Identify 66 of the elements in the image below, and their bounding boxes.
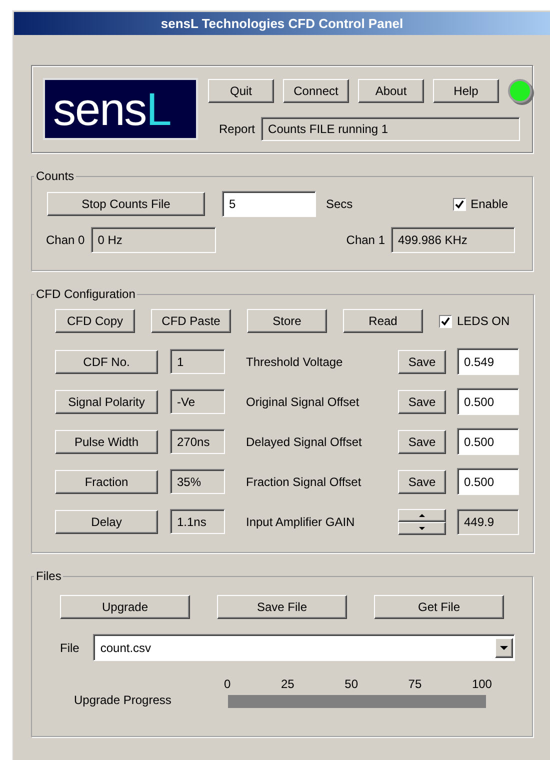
button[interactable]: Signal Polarity [55,390,158,414]
group-title: Files [35,568,62,585]
setting-field[interactable]: 0.500 [457,388,519,415]
button[interactable]: Pulse Width [55,430,158,454]
group-title: CFD Configuration [35,286,136,303]
setting-field[interactable]: 0.500 [457,428,519,455]
button[interactable]: Save [398,470,446,494]
progress-tick: 50 [344,676,358,693]
value-readout: 270ns [170,429,225,454]
value-readout: 35% [170,469,225,494]
increment-button[interactable] [398,508,446,522]
seconds-unit: Secs [326,196,353,213]
button[interactable]: Delay [55,510,158,534]
channel-label: Chan 0 [46,232,85,249]
button[interactable]: Save File [217,595,347,619]
report-label: Report [219,121,256,138]
seconds-field[interactable]: 5 [222,191,316,217]
parameter-label: Input Amplifier GAIN [246,514,356,530]
button[interactable]: Store [247,309,327,333]
button[interactable]: Save [398,390,446,414]
progress-tick: 75 [408,676,422,693]
button[interactable]: Stop Counts File [47,192,205,216]
button[interactable]: Quit [208,79,274,103]
button[interactable]: Connect [283,79,349,103]
button[interactable]: Read [343,309,423,333]
button[interactable]: Save [398,430,446,454]
value-readout: 1.1ns [170,509,225,534]
group-title: Counts [35,168,76,185]
checkbox[interactable] [439,314,452,328]
gain-readout: 449.9 [457,508,519,534]
window-title: sensL Technologies CFD Control Panel [160,14,404,33]
channel-label: Chan 1 [346,232,385,249]
file-label: File [60,640,80,656]
dropdown-arrow-icon [500,646,508,650]
channel-readout: 0 Hz [90,227,216,253]
channel-readout: 499.986 KHz [391,227,515,253]
logo: sensL [43,78,198,140]
button[interactable]: CFD Copy [55,309,135,333]
button[interactable]: CDF No. [55,350,158,374]
button[interactable]: About [358,79,424,103]
decrement-button[interactable] [398,522,446,534]
button[interactable]: CFD Paste [151,309,231,333]
file-dropdown[interactable]: count.csv [93,634,516,661]
button[interactable]: Help [433,79,499,103]
checkbox-label: LEDS ON [457,313,510,330]
up-arrow-icon [419,514,425,516]
button[interactable]: Get File [374,595,504,619]
parameter-label: Fraction Signal Offset [246,474,362,490]
parameter-label: Original Signal Offset [246,394,360,410]
button[interactable]: Fraction [55,470,158,494]
setting-field[interactable]: 0.500 [457,468,519,495]
button[interactable]: Upgrade [60,595,190,619]
progress-tick: 25 [280,676,294,693]
parameter-label: Delayed Signal Offset [246,434,363,450]
checkbox-label: Enable [470,196,508,213]
value-readout: 1 [170,349,225,374]
down-arrow-icon [419,526,425,530]
parameter-label: Threshold Voltage [246,354,344,370]
button[interactable]: Save [398,350,446,374]
report-field: Counts FILE running 1 [261,117,520,141]
progress-tick: 0 [224,676,231,693]
checkbox[interactable] [452,198,466,210]
progress-label: Upgrade Progress [74,692,172,709]
value-readout: -Ve [170,389,225,414]
progress-tick: 100 [472,676,492,693]
setting-field[interactable]: 0.549 [457,348,519,375]
